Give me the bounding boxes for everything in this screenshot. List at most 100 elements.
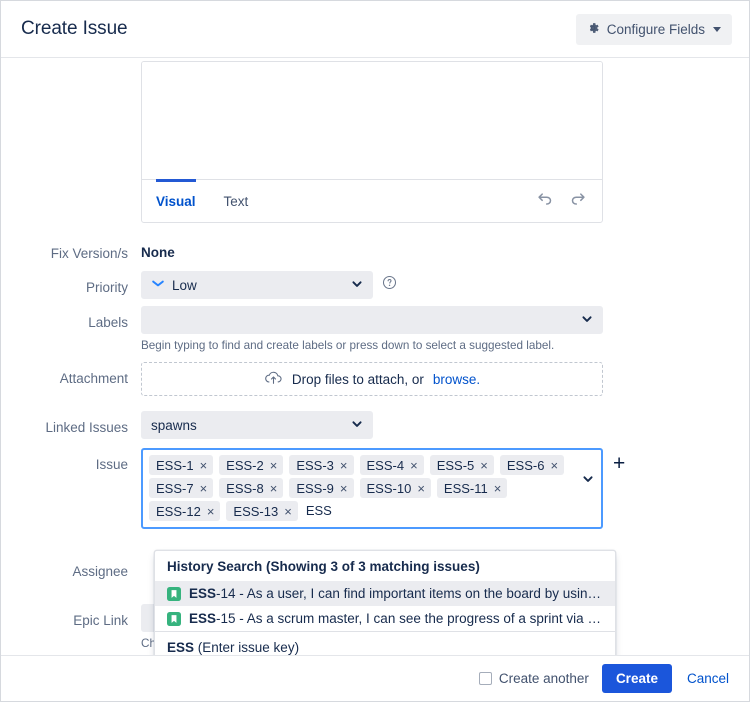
- issue-typed-text[interactable]: ESS: [304, 501, 334, 521]
- issue-tag-label: ESS-4: [366, 457, 405, 473]
- editor-actions: [536, 191, 590, 211]
- chevron-down-icon: [351, 418, 363, 433]
- dialog-header: Create Issue Configure Fields: [1, 1, 749, 58]
- configure-fields-button[interactable]: Configure Fields: [575, 13, 732, 45]
- checkbox-box[interactable]: [478, 672, 492, 685]
- remove-tag-icon[interactable]: ×: [410, 459, 418, 472]
- labels-help-text: Begin typing to find and create labels o…: [141, 339, 555, 352]
- description-label: [1, 61, 141, 69]
- remove-tag-icon[interactable]: ×: [270, 459, 278, 472]
- issue-tag[interactable]: ESS-8 ×: [219, 478, 284, 498]
- issue-tag-label: ESS-12: [156, 503, 201, 519]
- priority-label: Priority: [85, 280, 128, 295]
- tab-visual[interactable]: Visual: [142, 179, 210, 222]
- dialog-footer: Create another Create Cancel: [1, 655, 749, 701]
- priority-low-icon: [151, 277, 165, 294]
- add-issue-button[interactable]: +: [613, 453, 625, 474]
- remove-tag-icon[interactable]: ×: [284, 505, 292, 518]
- description-row: Visual Text: [1, 61, 749, 223]
- dropdown-footer-key: ESS: [167, 640, 195, 655]
- dropdown-item[interactable]: ESS-15 - As a scrum master, I can see th…: [155, 606, 615, 631]
- remove-tag-icon[interactable]: ×: [494, 482, 502, 495]
- issue-tag-label: ESS-8: [226, 480, 264, 496]
- story-issue-type-icon: [167, 611, 181, 626]
- issue-autocomplete-dropdown: History Search (Showing 3 of 3 matching …: [154, 550, 616, 655]
- issue-tag-label: ESS-5: [436, 457, 475, 473]
- tab-text[interactable]: Text: [210, 180, 263, 222]
- issue-label: Issue: [95, 457, 128, 472]
- issue-tag-label: ESS-10: [366, 480, 412, 496]
- chevron-down-icon: [713, 26, 721, 32]
- cancel-button[interactable]: Cancel: [685, 669, 731, 688]
- remove-tag-icon[interactable]: ×: [207, 505, 215, 518]
- linked-issues-value: spawns: [151, 417, 197, 433]
- remove-tag-icon[interactable]: ×: [550, 459, 558, 472]
- dropdown-enter-issue-key-option[interactable]: ESS (Enter issue key): [155, 631, 615, 655]
- linked-issues-select[interactable]: spawns: [141, 411, 373, 439]
- fix-versions-label: Fix Version/s: [50, 246, 128, 261]
- attachment-browse-link[interactable]: browse.: [433, 372, 480, 387]
- issue-tag-label: ESS-11: [443, 480, 488, 496]
- issue-tag[interactable]: ESS-6 ×: [499, 455, 565, 475]
- labels-select[interactable]: [141, 306, 603, 334]
- attachment-label: Attachment: [59, 371, 128, 386]
- issue-tag[interactable]: ESS-5 ×: [429, 455, 494, 475]
- issue-tag-label: ESS-6: [506, 457, 545, 473]
- issue-tag[interactable]: ESS-10 ×: [359, 478, 431, 498]
- priority-value: Low: [172, 277, 197, 293]
- dropdown-item-text: ESS-15 - As a scrum master, I can see th…: [189, 611, 603, 626]
- remove-tag-icon[interactable]: ×: [340, 482, 348, 495]
- description-textarea[interactable]: [142, 62, 602, 179]
- dropdown-item[interactable]: ESS-14 - As a user, I can find important…: [155, 581, 615, 606]
- create-button[interactable]: Create: [601, 664, 672, 693]
- issue-tag[interactable]: ESS-7 ×: [149, 478, 214, 498]
- issue-tag[interactable]: ESS-9 ×: [289, 478, 354, 498]
- priority-select[interactable]: Low: [141, 271, 373, 299]
- issue-tag-label: ESS-13: [233, 503, 279, 519]
- dropdown-header: History Search (Showing 3 of 3 matching …: [167, 559, 480, 574]
- issue-tag[interactable]: ESS-12 ×: [149, 501, 221, 521]
- create-another-label: Create another: [498, 671, 589, 686]
- remove-tag-icon[interactable]: ×: [270, 482, 278, 495]
- undo-icon[interactable]: [536, 191, 553, 211]
- issue-tag[interactable]: ESS-3 ×: [289, 455, 354, 475]
- editor-tabs: Visual Text: [142, 179, 263, 222]
- assignee-label: Assignee: [72, 564, 128, 579]
- labels-label: Labels: [88, 315, 128, 330]
- configure-fields-label: Configure Fields: [606, 21, 705, 37]
- issue-tag[interactable]: ESS-11 ×: [436, 478, 508, 498]
- redo-icon[interactable]: [570, 191, 587, 211]
- dialog-body: Visual Text Fix Version/s None Priority …: [1, 58, 749, 655]
- editor-footer: Visual Text: [142, 179, 602, 222]
- page-title: Create Issue: [21, 18, 128, 39]
- linked-issues-label: Linked Issues: [45, 420, 128, 435]
- issue-tag[interactable]: ESS-13 ×: [226, 501, 298, 521]
- issue-tag-label: ESS-7: [156, 480, 194, 496]
- issue-tag-input[interactable]: ESS-1 × ESS-2 × ESS-3 × ESS-4 × ESS-5 × ESS-6 × ESS-…: [141, 448, 603, 529]
- issue-tag-label: ESS-9: [296, 480, 334, 496]
- dropdown-item-text: ESS-14 - As a user, I can find important…: [189, 586, 603, 601]
- fix-versions-row: Fix Version/s None: [1, 237, 749, 263]
- gear-icon: [586, 21, 600, 38]
- labels-row: Labels Begin typing to find and create l…: [1, 306, 749, 353]
- issue-tag[interactable]: ESS-2 ×: [219, 455, 284, 475]
- cloud-upload-icon: [264, 370, 283, 389]
- remove-tag-icon[interactable]: ×: [480, 459, 488, 472]
- remove-tag-icon[interactable]: ×: [340, 459, 348, 472]
- remove-tag-icon[interactable]: ×: [200, 482, 208, 495]
- issue-tag-label: ESS-1: [156, 457, 194, 473]
- chevron-down-icon: [581, 313, 593, 328]
- issue-tag-label: ESS-2: [226, 457, 264, 473]
- chevron-down-icon: [351, 278, 363, 293]
- remove-tag-icon[interactable]: ×: [417, 482, 425, 495]
- issue-tag[interactable]: ESS-4 ×: [359, 455, 424, 475]
- remove-tag-icon[interactable]: ×: [200, 459, 208, 472]
- issue-tag[interactable]: ESS-1 ×: [149, 455, 214, 475]
- story-issue-type-icon: [167, 586, 181, 601]
- chevron-down-icon[interactable]: [582, 472, 594, 490]
- question-circle-icon[interactable]: [382, 275, 397, 295]
- attachment-dropzone[interactable]: Drop files to attach, or browse.: [141, 362, 603, 396]
- issue-tag-label: ESS-3: [296, 457, 334, 473]
- create-another-checkbox[interactable]: Create another: [478, 671, 589, 686]
- epic-link-label: Epic Link: [73, 613, 128, 628]
